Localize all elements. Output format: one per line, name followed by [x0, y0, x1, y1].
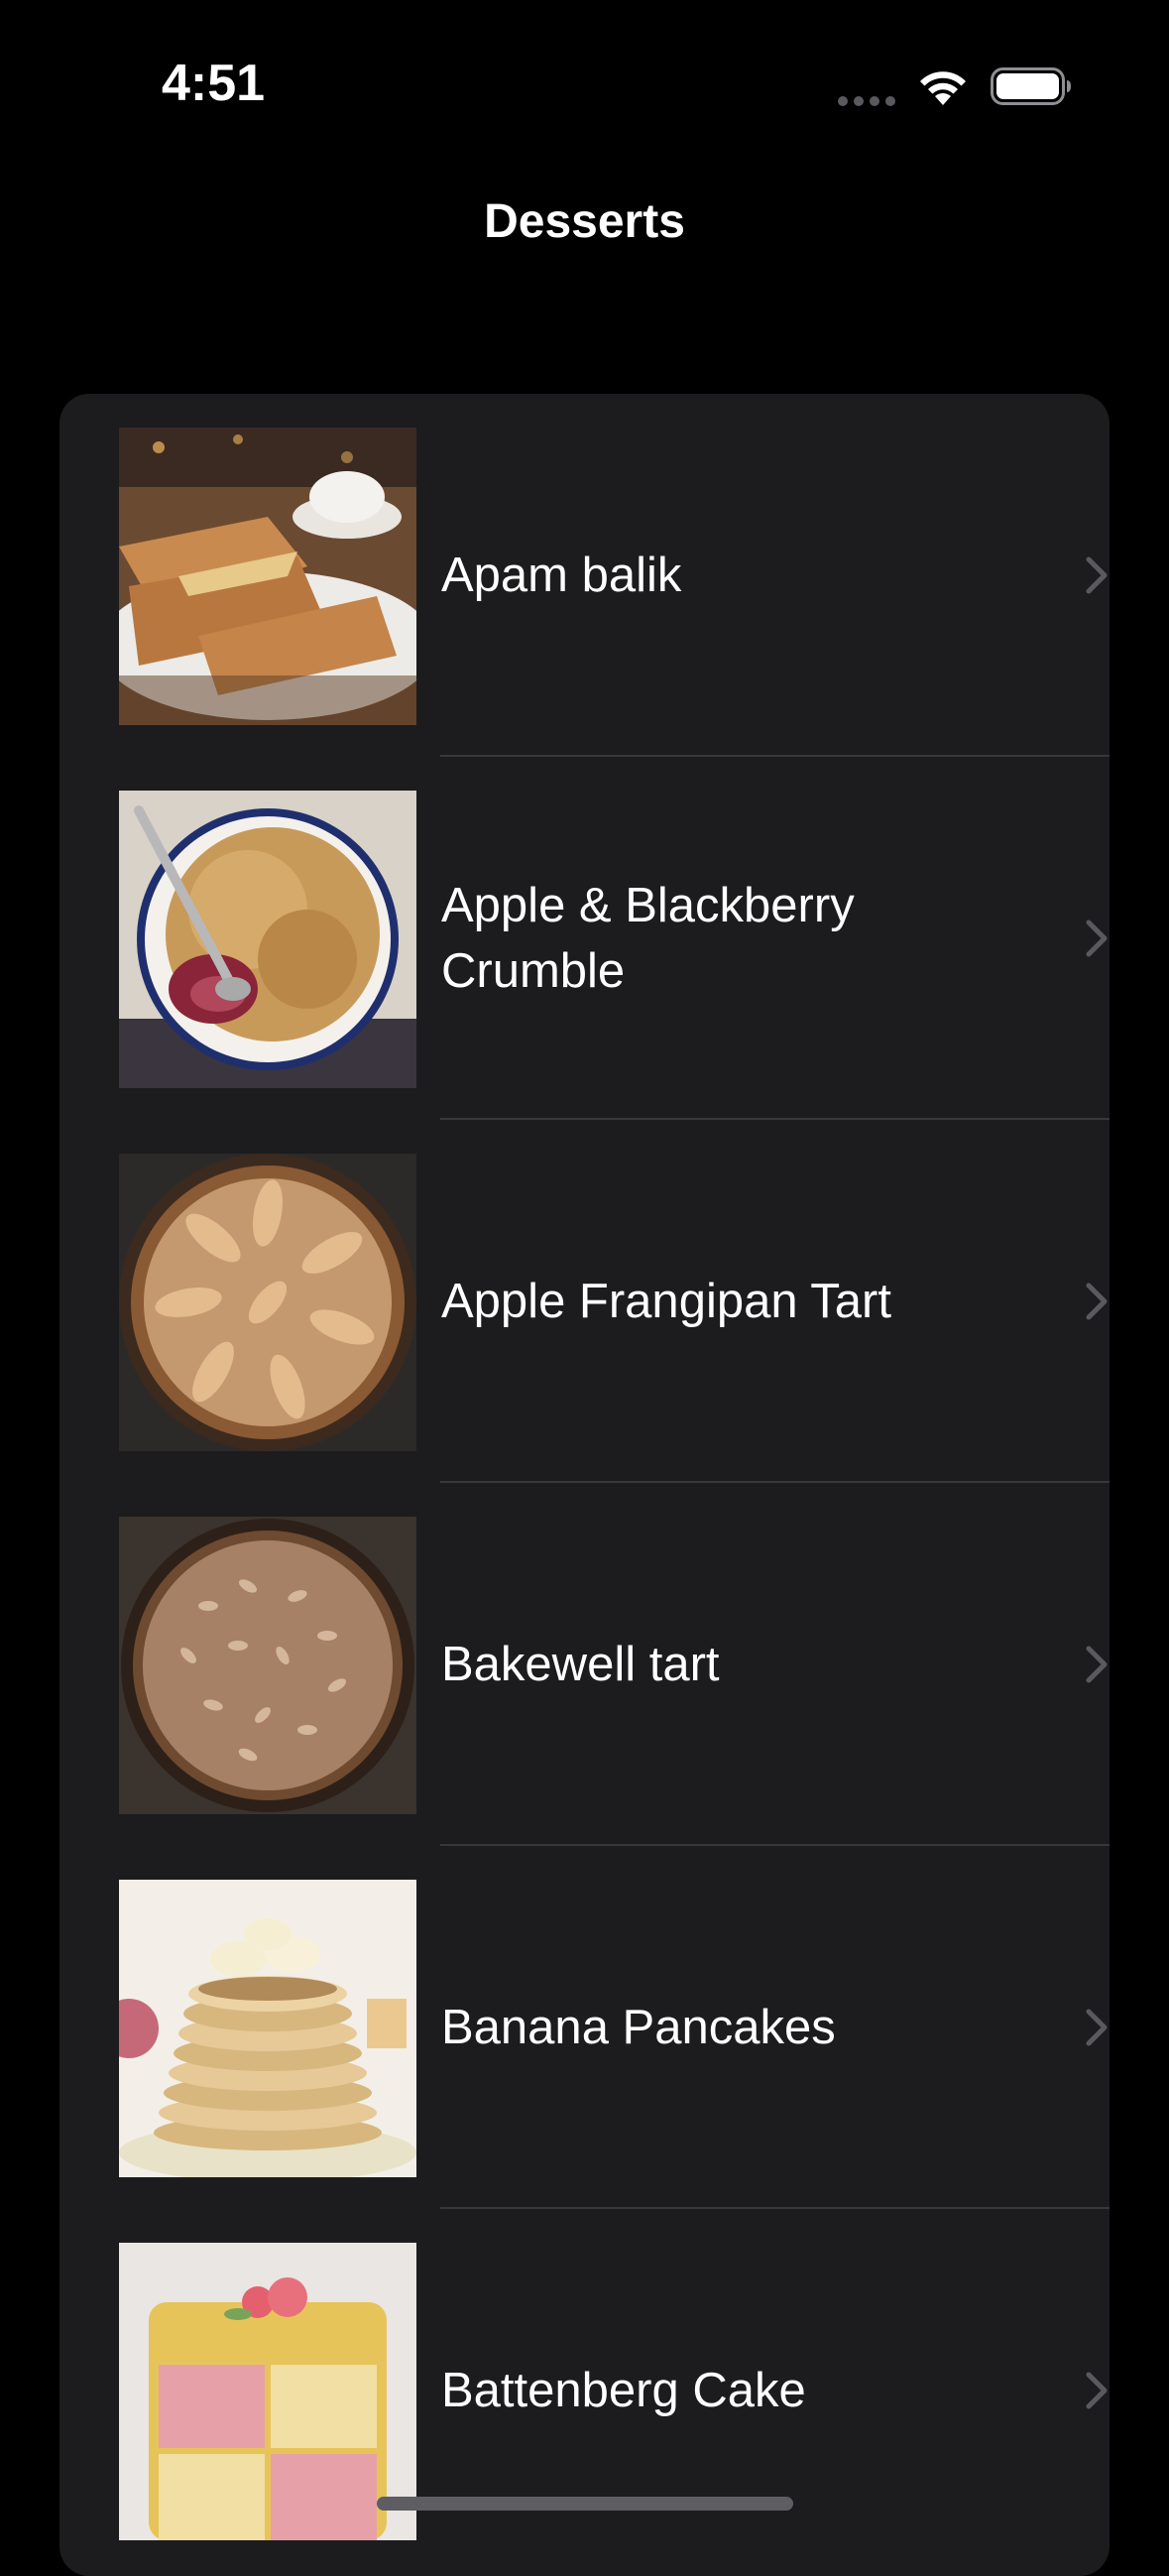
chevron-right-icon	[1086, 2009, 1108, 2046]
home-indicator[interactable]	[377, 2497, 793, 2511]
item-title: Bakewell tart	[441, 1638, 720, 1691]
battery-icon	[991, 67, 1071, 105]
chevron-right-icon	[1086, 920, 1108, 957]
crumble-thumbnail	[119, 791, 416, 1088]
bakewell-tart-thumbnail	[119, 1517, 416, 1814]
cellular-dots-icon	[838, 96, 895, 106]
banana-pancakes-thumbnail	[119, 1880, 416, 2177]
item-title: Apam balik	[441, 549, 682, 602]
chevron-right-icon	[1086, 1283, 1108, 1320]
page-title: Desserts	[484, 195, 685, 248]
chevron-right-icon	[1086, 1646, 1108, 1683]
list-item[interactable]: Banana Pancakes	[59, 1846, 1110, 2209]
apam-balik-thumbnail	[119, 428, 416, 725]
list-item[interactable]: Apam balik	[59, 394, 1110, 757]
status-time: 4:51	[162, 55, 266, 112]
item-title: Battenberg Cake	[441, 2364, 806, 2417]
item-title: Apple Frangipan Tart	[441, 1275, 891, 1328]
frangipan-tart-thumbnail	[119, 1154, 416, 1451]
list-item[interactable]: Apple Frangipan Tart	[59, 1120, 1110, 1483]
wifi-icon	[920, 71, 966, 105]
battenberg-cake-thumbnail	[119, 2243, 416, 2540]
chevron-right-icon	[1086, 556, 1108, 594]
list-item[interactable]: Battenberg Cake	[59, 2209, 1110, 2572]
item-title: Banana Pancakes	[441, 2001, 836, 2054]
dessert-list: Apam balik Apple & Blackberry Crumble Ap…	[59, 394, 1110, 2576]
list-item[interactable]: Apple & Blackberry Crumble	[59, 757, 1110, 1120]
list-item[interactable]: Bakewell tart	[59, 1483, 1110, 1846]
item-title: Apple & Blackberry Crumble	[441, 879, 855, 998]
chevron-right-icon	[1086, 2372, 1108, 2409]
status-bar: 4:51	[0, 0, 1169, 169]
